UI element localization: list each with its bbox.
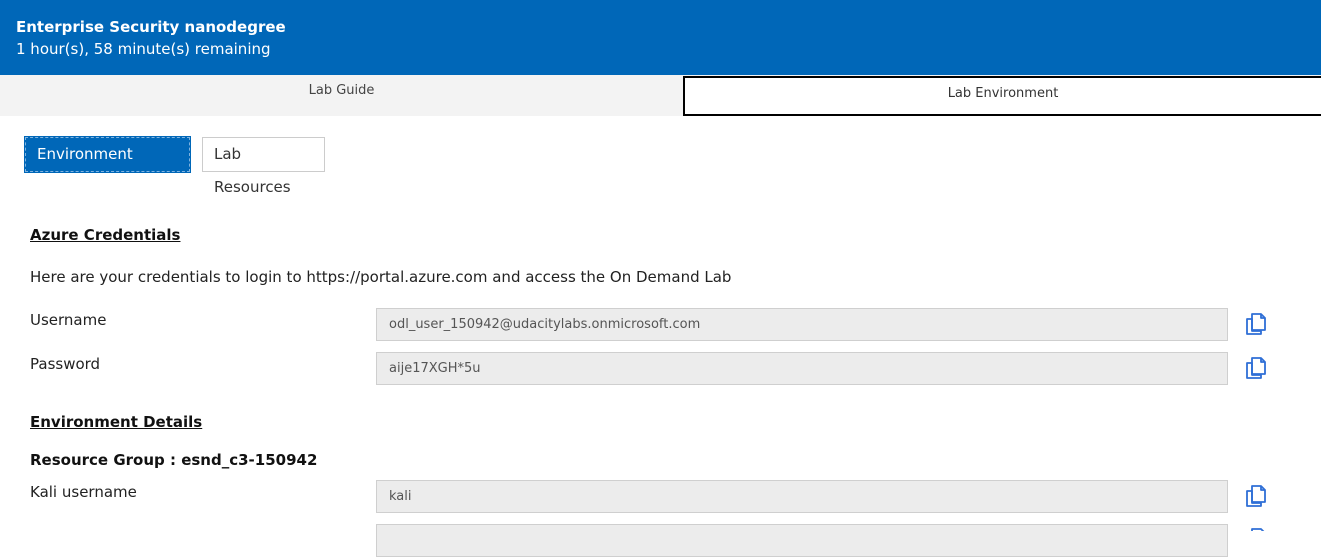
username-label: Username <box>30 311 107 329</box>
copy-icon <box>1246 357 1266 379</box>
credentials-intro: Here are your credentials to login to ht… <box>30 268 732 286</box>
course-title: Enterprise Security nanodegree <box>16 18 286 36</box>
main-tabbar: Lab Guide Lab Environment <box>0 75 1321 116</box>
copy-icon <box>1246 485 1266 507</box>
environment-details-heading: Environment Details <box>30 413 203 431</box>
copy-next-field-button[interactable] <box>1243 526 1269 531</box>
kali-username-label: Kali username <box>30 483 137 501</box>
copy-icon <box>1251 528 1265 531</box>
azure-credentials-heading: Azure Credentials <box>30 226 181 244</box>
copy-password-button[interactable] <box>1243 355 1269 381</box>
subtab-lab-resources[interactable]: Lab Resources <box>202 137 325 196</box>
copy-kali-username-button[interactable] <box>1243 483 1269 509</box>
username-field[interactable] <box>376 308 1228 341</box>
copy-icon <box>1246 313 1266 335</box>
time-remaining: 1 hour(s), 58 minute(s) remaining <box>16 40 271 58</box>
next-field-partial[interactable] <box>376 524 1228 557</box>
subtab-environment-details[interactable]: Environment Details <box>24 136 191 196</box>
resource-group: Resource Group : esnd_c3-150942 <box>30 451 318 469</box>
password-field[interactable] <box>376 352 1228 385</box>
password-label: Password <box>30 355 101 373</box>
app-header: Enterprise Security nanodegree 1 hour(s)… <box>0 0 1321 75</box>
copy-username-button[interactable] <box>1243 311 1269 337</box>
kali-username-field[interactable] <box>376 480 1228 513</box>
tab-lab-environment[interactable]: Lab Environment <box>683 76 1321 116</box>
tab-lab-guide[interactable]: Lab Guide <box>0 75 683 116</box>
